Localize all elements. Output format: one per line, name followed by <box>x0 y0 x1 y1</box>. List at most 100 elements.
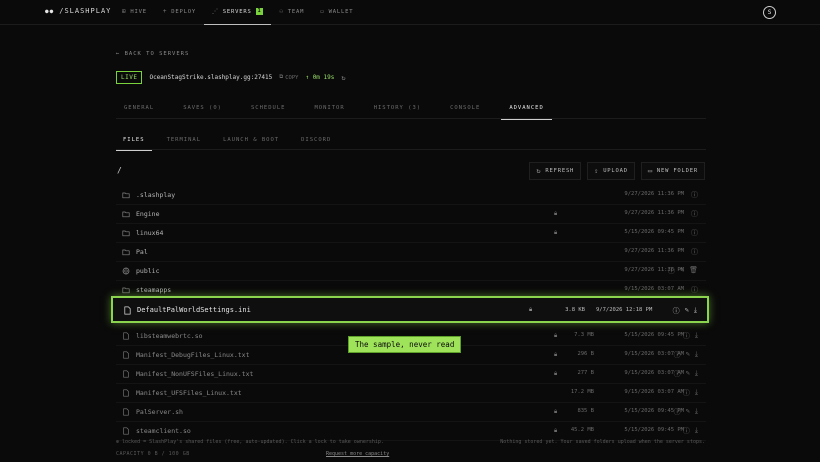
info-icon[interactable]: ⓘ <box>691 228 698 238</box>
info-icon[interactable]: ⓘ <box>673 306 680 316</box>
subtab-files[interactable]: FILES <box>116 130 152 151</box>
file-icon <box>123 408 129 416</box>
nav-deploy-label: DEPLOY <box>171 8 196 15</box>
lock-icon[interactable]: 🔒︎ <box>554 210 557 218</box>
tab-console[interactable]: CONSOLE <box>442 97 488 119</box>
edit-icon[interactable]: ✎ <box>686 369 690 379</box>
team-icon: ⚇ <box>279 8 284 15</box>
locked-footnote: ⊕ locked = SlashPlay's shared files (fre… <box>116 439 384 445</box>
nav-hive-label: HIVE <box>130 8 147 15</box>
info-icon[interactable]: ⓘ <box>691 247 698 257</box>
file-name: Manifest_NonUFSFiles_Linux.txt <box>136 370 254 378</box>
wallet-icon: ▭ <box>320 8 325 15</box>
info-icon[interactable]: ⓘ <box>683 388 690 398</box>
file-icon <box>123 427 129 435</box>
download-icon[interactable]: ⤓ <box>694 306 697 316</box>
file-icon <box>123 351 129 359</box>
info-icon[interactable]: ⓘ <box>691 209 698 219</box>
uptime: ↑ 0m 19s <box>305 74 335 81</box>
info-icon[interactable]: ⓘ <box>691 285 698 295</box>
highlighted-file-row[interactable]: DefaultPalWorldSettings.ini 🔒︎ 3.8 KB 9/… <box>111 296 709 323</box>
edit-icon[interactable]: ✎ <box>685 306 689 316</box>
nav-wallet[interactable]: ▭ WALLET <box>312 0 361 25</box>
file-icon <box>123 389 129 397</box>
server-tabs: GENERAL SAVES (0) SCHEDULE MONITOR HISTO… <box>116 97 706 120</box>
list-item[interactable]: public 9/27/2026 11:36 PM ⓘ ✎ 🗑︎ <box>116 262 706 281</box>
subtab-discord[interactable]: DISCORD <box>294 130 338 150</box>
refresh-icon: ↻ <box>536 167 542 175</box>
list-item[interactable]: PalServer.sh 🔒︎ 835 B 5/15/2026 09:45 PM… <box>116 403 706 422</box>
file-name: DefaultPalWorldSettings.ini <box>137 306 251 314</box>
status-badge: LIVE <box>116 71 143 84</box>
tab-general[interactable]: GENERAL <box>116 97 162 119</box>
file-date: 9/15/2026 03:07 AM <box>624 389 684 395</box>
file-name: Manifest_DebugFiles_Linux.txt <box>136 351 250 359</box>
trash-icon[interactable]: 🗑︎ <box>689 266 698 276</box>
download-icon[interactable]: ⤓ <box>695 426 698 436</box>
file-name: linux64 <box>136 229 164 237</box>
nav-hive[interactable]: ⊞ HIVE <box>114 0 155 25</box>
server-host: OceanStagStrike.slashplay.gg:27415 <box>149 74 273 81</box>
tab-monitor[interactable]: MONITOR <box>307 97 353 119</box>
file-name: Manifest_UFSFiles_Linux.txt <box>136 389 242 397</box>
list-item[interactable]: Manifest_NonUFSFiles_Linux.txt 🔒︎ 277 B … <box>116 365 706 384</box>
download-icon[interactable]: ⤓ <box>695 407 698 417</box>
refresh-label: REFRESH <box>545 168 575 174</box>
edit-icon[interactable]: ✎ <box>680 266 684 276</box>
brand[interactable]: ●● /SLASHPLAY <box>45 7 111 15</box>
edit-icon[interactable]: ✎ <box>686 407 690 417</box>
plus-icon: + <box>162 8 168 15</box>
logo-icon: ●● <box>45 7 55 15</box>
list-item[interactable]: .slashplay 9/27/2026 11:36 PM ⓘ <box>116 186 706 205</box>
download-icon[interactable]: ⤓ <box>695 388 698 398</box>
nav-deploy[interactable]: + DEPLOY <box>155 0 204 25</box>
avatar[interactable]: S <box>763 6 776 19</box>
edit-icon[interactable]: ✎ <box>686 350 690 360</box>
upload-button[interactable]: ⇪ UPLOAD <box>587 162 635 180</box>
capacity-readout: CAPACITY 0 B / 100 GB <box>116 451 190 457</box>
lock-icon[interactable]: 🔒︎ <box>529 306 532 314</box>
brand-name: /SLASHPLAY <box>59 7 112 15</box>
advanced-subtabs: FILES TERMINAL LAUNCH & BOOT DISCORD <box>116 130 706 151</box>
list-item[interactable]: linux64 🔒︎ 5/15/2026 09:45 PM ⓘ <box>116 224 706 243</box>
file-name: .slashplay <box>136 191 176 199</box>
new-folder-label: NEW FOLDER <box>656 168 698 174</box>
tab-history[interactable]: HISTORY (3) <box>366 97 429 119</box>
info-icon[interactable]: ⓘ <box>691 190 698 200</box>
list-item[interactable]: Pal 9/27/2026 11:36 PM ⓘ <box>116 243 706 262</box>
tab-schedule[interactable]: SCHEDULE <box>243 97 294 119</box>
subtab-terminal[interactable]: TERMINAL <box>160 130 209 150</box>
lock-icon[interactable]: 🔒︎ <box>554 229 557 237</box>
nav-team[interactable]: ⚇ TEAM <box>271 0 312 25</box>
new-folder-button[interactable]: ▭ NEW FOLDER <box>640 162 705 180</box>
file-name: libsteamwebrtc.so <box>136 332 203 340</box>
info-icon[interactable]: ⓘ <box>668 266 675 276</box>
info-icon[interactable]: ⓘ <box>674 350 681 360</box>
download-icon[interactable]: ⤓ <box>695 369 698 379</box>
list-item[interactable]: Engine 🔒︎ 9/27/2026 11:36 PM ⓘ <box>116 205 706 224</box>
info-icon[interactable]: ⓘ <box>674 369 681 379</box>
folder-icon <box>122 192 130 199</box>
refresh-button[interactable]: ↻ REFRESH <box>529 162 582 180</box>
back-to-servers-link[interactable]: ← BACK TO SERVERS <box>116 51 189 57</box>
info-icon[interactable]: ⓘ <box>683 331 690 341</box>
copy-button[interactable]: ⧉ COPY <box>279 74 298 81</box>
tab-advanced[interactable]: ADVANCED <box>501 97 552 120</box>
storage-note: Nothing stored yet. Your saved folders u… <box>500 439 705 445</box>
download-icon[interactable]: ⤓ <box>695 350 698 360</box>
nav-team-label: TEAM <box>287 8 305 15</box>
list-item[interactable]: Manifest_UFSFiles_Linux.txt 17.2 MB 9/15… <box>116 384 706 403</box>
file-name: Pal <box>136 248 148 256</box>
file-size: 835 B <box>577 408 594 414</box>
subtab-launch-boot[interactable]: LAUNCH & BOOT <box>216 130 286 150</box>
nav-servers[interactable]: ⋰ SERVERS 1 <box>203 0 272 25</box>
file-name: public <box>136 267 160 275</box>
refresh-icon[interactable]: ↻ <box>341 74 345 82</box>
tab-saves[interactable]: SAVES (0) <box>175 97 230 119</box>
file-date: 9/27/2026 11:36 PM <box>624 210 684 216</box>
request-capacity-link[interactable]: Request more capacity <box>326 451 389 457</box>
info-icon[interactable]: ⓘ <box>674 407 681 417</box>
download-icon[interactable]: ⤓ <box>695 331 698 341</box>
file-icon <box>123 332 129 340</box>
info-icon[interactable]: ⓘ <box>683 426 690 436</box>
